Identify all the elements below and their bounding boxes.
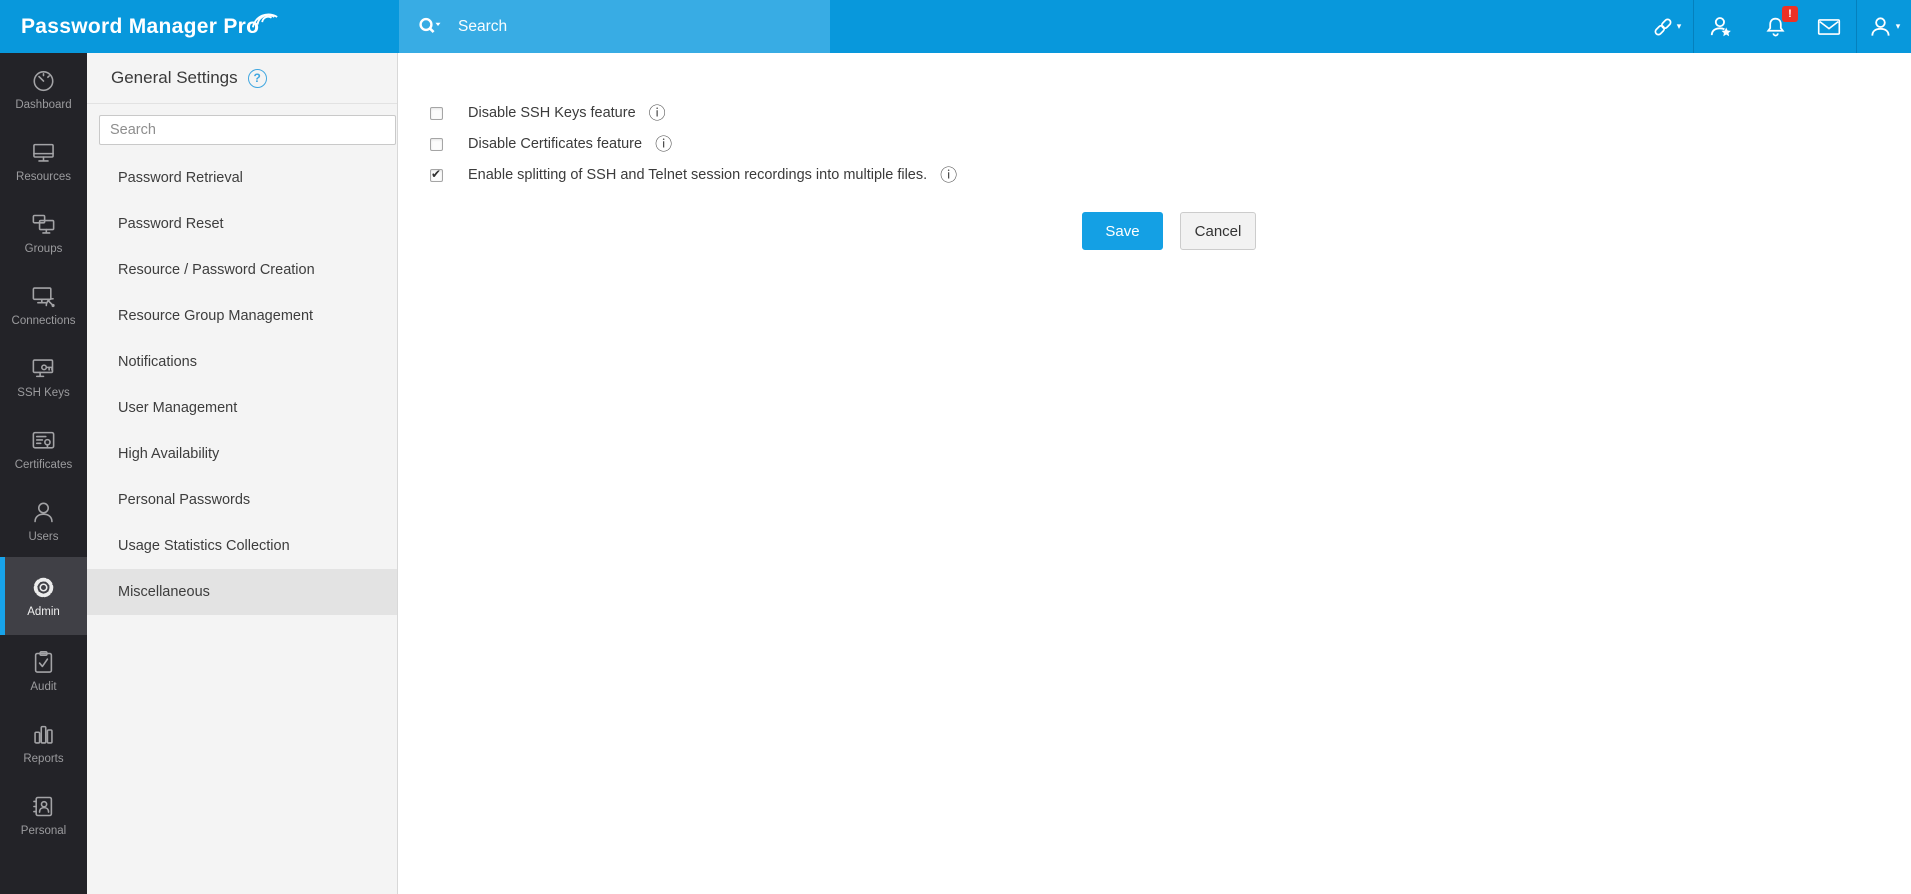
menu-item-label: Miscellaneous: [118, 584, 210, 600]
user-icon: [1871, 16, 1890, 36]
option-row-disable-ssh-keys: Disable SSH Keys feature ⓘ: [430, 102, 1911, 124]
link-icon: [1654, 18, 1672, 35]
nav-item-dashboard[interactable]: Dashboard: [0, 53, 87, 125]
disable-certificates-checkbox[interactable]: [430, 137, 443, 151]
settings-search-input[interactable]: [99, 115, 396, 145]
option-label: Disable Certificates feature: [468, 136, 643, 152]
global-search-bar: [399, 0, 830, 53]
info-icon[interactable]: ⓘ: [649, 105, 666, 122]
dashboard-icon: [33, 71, 54, 92]
menu-item-resource-password-creation[interactable]: Resource / Password Creation: [87, 247, 397, 293]
page-title: General Settings: [111, 68, 238, 87]
notification-badge: !: [1782, 6, 1798, 22]
option-label: Enable splitting of SSH and Telnet sessi…: [468, 167, 928, 183]
menu-item-label: User Management: [118, 400, 238, 416]
gear-icon: [33, 577, 54, 598]
menu-item-personal-passwords[interactable]: Personal Passwords: [87, 477, 397, 523]
user-favorites-button[interactable]: [1694, 0, 1748, 53]
save-button[interactable]: Save: [1082, 212, 1163, 250]
nav-item-groups[interactable]: Groups: [0, 197, 87, 269]
options-list: Disable SSH Keys feature ⓘ Disable Certi…: [398, 53, 1911, 250]
chevron-down-icon: ▾: [1676, 21, 1682, 31]
menu-item-label: Usage Statistics Collection: [118, 538, 290, 554]
menu-item-label: Personal Passwords: [118, 492, 251, 508]
reports-icon: [34, 725, 53, 744]
nav-item-users[interactable]: Users: [0, 485, 87, 557]
nav-item-resources[interactable]: Resources: [0, 125, 87, 197]
menu-item-label: Password Retrieval: [118, 170, 243, 186]
option-row-enable-session-splitting: Enable splitting of SSH and Telnet sessi…: [430, 164, 1911, 186]
help-icon[interactable]: ?: [247, 68, 267, 88]
resources-icon: [33, 143, 54, 162]
mail-button[interactable]: [1802, 0, 1856, 53]
menu-item-label: Notifications: [118, 354, 197, 370]
menu-item-usage-statistics-collection[interactable]: Usage Statistics Collection: [87, 523, 397, 569]
info-icon[interactable]: ⓘ: [940, 167, 957, 184]
menu-item-label: Password Reset: [118, 216, 224, 232]
global-search-input[interactable]: [458, 17, 778, 36]
nav-item-personal[interactable]: Personal: [0, 779, 87, 851]
top-bar: Password Manager Pro ▾: [0, 0, 1911, 53]
menu-item-label: High Availability: [118, 446, 220, 462]
option-row-disable-certificates: Disable Certificates feature ⓘ: [430, 133, 1911, 155]
app-logo-text: Password Manager Pro: [21, 14, 260, 38]
nav-item-label: Audit: [30, 681, 57, 693]
ssh-keys-icon: [32, 359, 54, 378]
nav-item-certificates[interactable]: Certificates: [0, 413, 87, 485]
settings-menu: Password Retrieval Password Reset Resour…: [87, 155, 397, 615]
main-nav-rail: Dashboard Resources Groups Connections S…: [0, 53, 87, 894]
miscellaneous-settings-content: Disable SSH Keys feature ⓘ Disable Certi…: [398, 53, 1911, 894]
nav-item-admin[interactable]: Admin: [0, 557, 87, 635]
nav-item-reports[interactable]: Reports: [0, 707, 87, 779]
menu-item-password-retrieval[interactable]: Password Retrieval: [87, 155, 397, 201]
nav-item-label: Certificates: [14, 459, 73, 471]
nav-item-label: Reports: [23, 753, 64, 765]
menu-item-notifications[interactable]: Notifications: [87, 339, 397, 385]
logo-swoosh-icon: [252, 12, 278, 28]
chevron-down-icon: ▾: [1895, 21, 1901, 31]
user-menu-button[interactable]: ▾: [1857, 0, 1911, 53]
groups-icon: [32, 214, 55, 234]
nav-item-label: Admin: [27, 606, 60, 618]
menu-item-resource-group-management[interactable]: Resource Group Management: [87, 293, 397, 339]
notifications-button[interactable]: !: [1748, 0, 1802, 53]
nav-item-label: SSH Keys: [17, 387, 70, 399]
nav-item-label: Personal: [20, 825, 67, 837]
mail-icon: [1817, 18, 1841, 35]
nav-item-label: Users: [28, 531, 59, 543]
info-icon[interactable]: ⓘ: [655, 136, 672, 153]
nav-item-connections[interactable]: Connections: [0, 269, 87, 341]
personal-icon: [33, 796, 53, 817]
app-logo: Password Manager Pro: [21, 0, 279, 53]
nav-item-label: Dashboard: [15, 99, 72, 111]
menu-item-miscellaneous[interactable]: Miscellaneous: [87, 569, 397, 615]
quick-connect-button[interactable]: ▾: [1639, 0, 1693, 53]
enable-session-splitting-checkbox[interactable]: [430, 167, 443, 182]
option-label: Disable SSH Keys feature: [468, 105, 636, 121]
menu-item-high-availability[interactable]: High Availability: [87, 431, 397, 477]
user-star-icon: [1710, 16, 1731, 36]
certificates-icon: [32, 431, 55, 449]
search-icon[interactable]: [416, 15, 442, 39]
form-actions: Save Cancel: [430, 212, 1911, 250]
menu-item-label: Resource / Password Creation: [118, 262, 315, 278]
menu-item-label: Resource Group Management: [118, 308, 314, 324]
nav-item-label: Groups: [24, 243, 63, 255]
cancel-button[interactable]: Cancel: [1180, 212, 1256, 250]
nav-item-label: Resources: [16, 171, 71, 183]
audit-icon: [34, 651, 53, 673]
nav-item-label: Connections: [11, 315, 76, 327]
menu-item-password-reset[interactable]: Password Reset: [87, 201, 397, 247]
nav-item-audit[interactable]: Audit: [0, 635, 87, 707]
disable-ssh-keys-checkbox[interactable]: [430, 106, 443, 120]
settings-panel-header: General Settings ?: [87, 53, 397, 104]
nav-item-ssh-keys[interactable]: SSH Keys: [0, 341, 87, 413]
users-icon: [34, 502, 53, 523]
connections-icon: [32, 287, 55, 308]
general-settings-panel: General Settings ? Password Retrieval Pa…: [87, 53, 398, 894]
menu-item-user-management[interactable]: User Management: [87, 385, 397, 431]
topbar-actions: ▾ ! ▾: [1639, 0, 1911, 53]
